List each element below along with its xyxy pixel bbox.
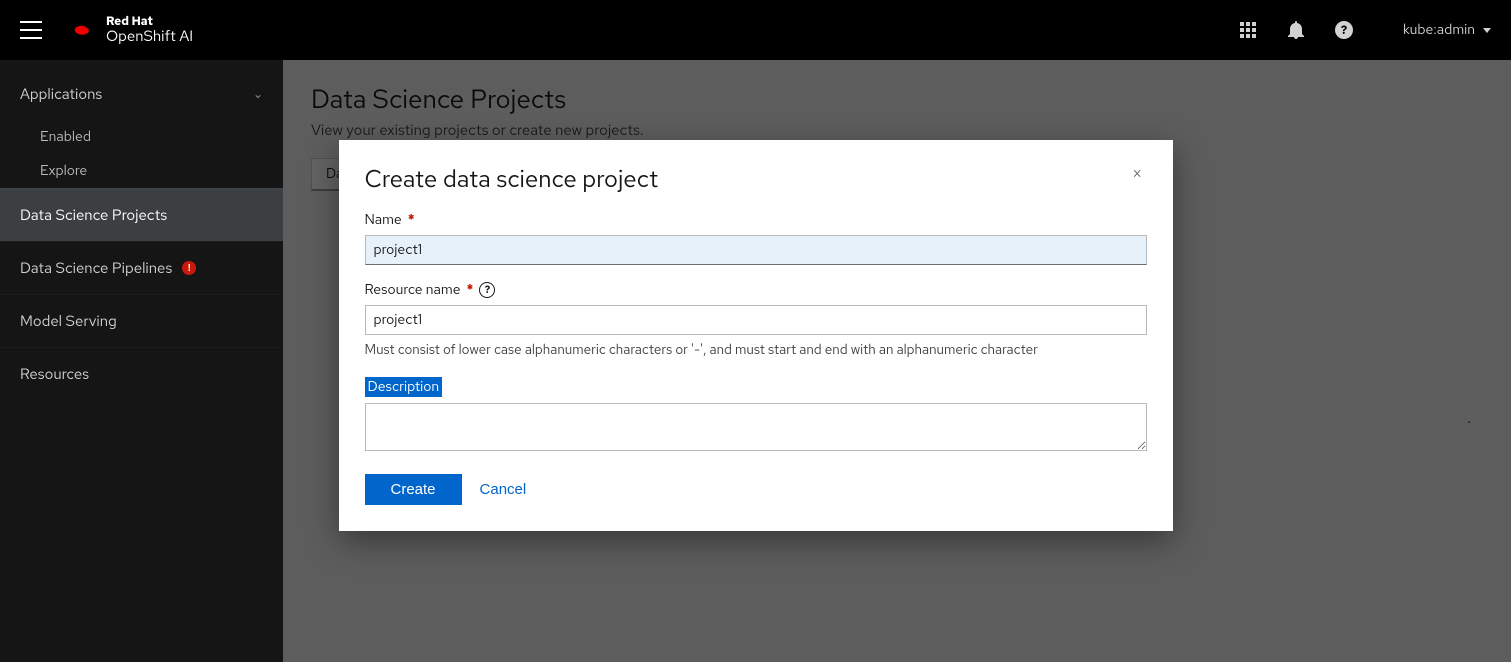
nav-resources[interactable]: Resources xyxy=(0,347,283,400)
resource-name-label-text: Resource name xyxy=(365,281,461,299)
caret-down-icon xyxy=(1483,28,1491,33)
nav-pipelines-label: Data Science Pipelines xyxy=(20,258,172,278)
help-icon[interactable]: ? xyxy=(1335,21,1353,39)
redhat-logo-icon xyxy=(70,17,96,43)
nav-projects-label: Data Science Projects xyxy=(20,205,167,225)
pipelines-alert-badge-icon: ! xyxy=(182,261,196,275)
resource-name-input[interactable] xyxy=(365,305,1147,335)
name-label-text: Name xyxy=(365,211,402,229)
user-name: kube:admin xyxy=(1403,21,1475,39)
chevron-down-icon: ⌄ xyxy=(253,86,263,102)
notifications-icon[interactable] xyxy=(1287,21,1305,39)
nav-model-serving[interactable]: Model Serving xyxy=(0,294,283,347)
sidebar: Applications ⌄ Enabled Explore Data Scie… xyxy=(0,60,283,662)
required-indicator-icon: * xyxy=(467,281,474,299)
cancel-button[interactable]: Cancel xyxy=(480,481,527,498)
nav-enabled[interactable]: Enabled xyxy=(0,120,283,154)
create-project-modal: Create data science project × Name * Res… xyxy=(339,140,1173,531)
resource-name-label: Resource name * ? xyxy=(365,281,1147,299)
resource-name-helper: Must consist of lower case alphanumeric … xyxy=(365,341,1147,359)
nav-model-serving-label: Model Serving xyxy=(20,311,117,331)
svg-text:?: ? xyxy=(1341,22,1348,38)
required-indicator-icon: * xyxy=(408,211,415,229)
name-input[interactable] xyxy=(365,235,1147,265)
app-launcher-icon[interactable] xyxy=(1239,21,1257,39)
name-label: Name * xyxy=(365,211,1147,229)
nav-data-science-projects[interactable]: Data Science Projects xyxy=(0,188,283,241)
user-menu[interactable]: kube:admin xyxy=(1403,21,1491,39)
create-button[interactable]: Create xyxy=(365,474,462,505)
nav-applications[interactable]: Applications ⌄ xyxy=(0,68,283,120)
nav-resources-label: Resources xyxy=(20,364,89,384)
nav-explore[interactable]: Explore xyxy=(0,154,283,188)
description-input[interactable] xyxy=(365,403,1147,451)
nav-applications-label: Applications xyxy=(20,84,102,104)
brand-line2: OpenShift AI xyxy=(106,28,193,45)
description-label: Description xyxy=(365,377,443,397)
nav-data-science-pipelines[interactable]: Data Science Pipelines ! xyxy=(0,241,283,294)
brand-text: Red Hat OpenShift AI xyxy=(106,15,193,45)
masthead: Red Hat OpenShift AI ? kube:admin xyxy=(0,0,1511,60)
modal-title: Create data science project xyxy=(365,164,659,195)
brand: Red Hat OpenShift AI xyxy=(70,15,193,45)
help-icon[interactable]: ? xyxy=(479,282,495,298)
close-icon[interactable]: × xyxy=(1128,164,1147,186)
menu-toggle-icon[interactable] xyxy=(20,21,42,39)
masthead-tools: ? kube:admin xyxy=(1239,21,1491,39)
